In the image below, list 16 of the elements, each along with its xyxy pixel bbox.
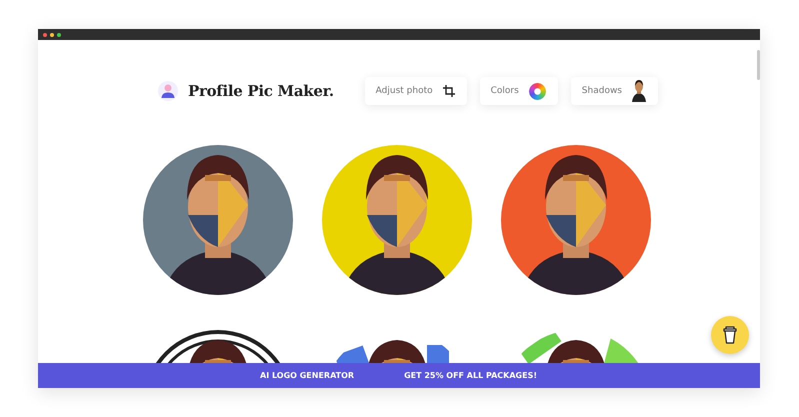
cup-icon bbox=[723, 326, 737, 344]
tool-button[interactable]: Adjust photo bbox=[364, 77, 467, 105]
person-icon bbox=[632, 80, 646, 102]
crop-icon bbox=[442, 85, 455, 97]
zoom-dot[interactable] bbox=[57, 32, 61, 36]
color-wheel-icon bbox=[528, 82, 546, 100]
banner-link[interactable]: GET 25% OFF ALL PACKAGES! bbox=[404, 371, 537, 380]
scrollbar-thumb[interactable] bbox=[757, 50, 760, 80]
tool-button[interactable]: Colors bbox=[480, 77, 558, 105]
tool-button[interactable]: Shadows bbox=[570, 77, 658, 105]
site-title: Profile Pic Maker. bbox=[188, 82, 334, 100]
banner-link[interactable]: AI LOGO GENERATOR bbox=[260, 371, 354, 380]
close-dot[interactable] bbox=[43, 32, 47, 36]
person-icon bbox=[158, 81, 178, 101]
coffee-cup-button[interactable] bbox=[711, 316, 749, 354]
minimize-dot[interactable] bbox=[50, 32, 54, 36]
